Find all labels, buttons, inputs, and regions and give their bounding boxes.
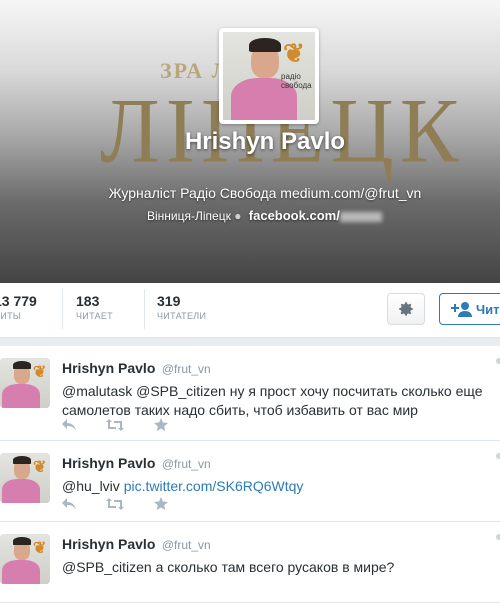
tweet-text: @SPB_citizen а сколько там всего русаков… [62,558,492,577]
retweet-icon [106,418,124,431]
tweet-dot [496,358,500,364]
tweet-author-handle[interactable]: @frut_vn [162,457,211,471]
radio-logo-icon: ❦ [33,540,47,557]
profile-link[interactable]: facebook.com/ [249,208,340,223]
avatar-logo-text: радіо свобода [281,72,312,90]
stat-followers[interactable]: 319 ЧИТАТЕЛИ [157,293,206,321]
radio-logo-icon: ❦ [33,459,47,476]
stat-following[interactable]: 183 ЧИТАЕТ [76,293,113,321]
gear-icon [399,302,413,316]
stat-divider [62,289,63,329]
follow-button[interactable]: Чит [439,293,500,325]
profile-avatar[interactable]: ❦ радіо свобода [219,28,319,124]
star-icon [154,497,168,510]
redacted-blur [339,211,382,222]
location-pin-icon: ● [234,209,242,223]
tweet-actions [62,418,168,431]
tweet-text: @malutask @SPB_citizen ну я прост хочу п… [62,382,492,420]
radio-logo-icon: ❦ [283,38,305,68]
tweet-item[interactable]: ❦ Hrishyn Pavlo @frut_vn @hu_lviv pic.tw… [0,441,500,522]
star-icon [154,418,168,431]
profile-stats-bar: 13 779 ВИТЫ 183 ЧИТАЕТ 319 ЧИТАТЕЛИ Чит [0,283,500,338]
tweet-author-name[interactable]: Hrishyn Pavlo [62,455,155,471]
stat-following-label: ЧИТАЕТ [76,311,113,321]
tweet-item[interactable]: ❦ Hrishyn Pavlo @frut_vn @malutask @SPB_… [0,346,500,441]
favorite-button[interactable] [154,497,168,510]
tweet-author-handle[interactable]: @frut_vn [162,362,211,376]
tweet-avatar[interactable]: ❦ [0,534,50,584]
tweet-author-handle[interactable]: @frut_vn [162,538,211,552]
settings-button[interactable] [387,293,425,325]
stat-followers-label: ЧИТАТЕЛИ [157,311,207,321]
tweet-avatar[interactable]: ❦ [0,358,50,408]
tweet-text-body: @SPB_citizen а сколько там всего русаков… [62,559,395,575]
tweet-header: Hrishyn Pavlo @frut_vn [62,536,211,554]
stat-tweets[interactable]: 13 779 ВИТЫ [0,293,37,321]
tweet-author-name[interactable]: Hrishyn Pavlo [62,360,155,376]
tweet-author-name[interactable]: Hrishyn Pavlo [62,536,155,552]
tweet-text: @hu_lviv pic.twitter.com/SK6RQ6Wtqy [62,477,492,496]
retweet-button[interactable] [106,418,124,431]
tweet-actions [62,497,168,510]
tweet-text-body: @malutask @SPB_citizen ну я прост хочу п… [62,383,483,418]
tweet-dot [496,534,500,540]
tweet-text-body: @hu_lviv [62,478,124,494]
tweet-item[interactable]: ❦ Hrishyn Pavlo @frut_vn @SPB_citizen а … [0,522,500,603]
stat-tweets-label: ВИТЫ [0,311,22,321]
radio-logo-icon: ❦ [33,364,47,381]
retweet-button[interactable] [106,497,124,510]
favorite-button[interactable] [154,418,168,431]
profile-meta: Вінниця-Ліпецк ● facebook.com/ [147,208,382,223]
stat-following-value: 183 [76,293,100,309]
stat-divider [144,289,145,329]
profile-bio: Журналіст Радіо Свобода medium.com/@frut… [108,185,422,201]
stat-tweets-value: 13 779 [0,293,37,309]
reply-icon [62,418,76,431]
reply-button[interactable] [62,497,76,510]
stat-followers-value: 319 [157,293,181,309]
reply-button[interactable] [62,418,76,431]
profile-name: Hrishyn Pavlo [184,128,346,155]
tweet-header: Hrishyn Pavlo @frut_vn [62,360,211,378]
reply-icon [62,497,76,510]
profile-header: ЗРА ЛЬНА ЛІПЕЦК ❦ радіо свобода Hrishyn … [0,0,500,283]
profile-location: Вінниця-Ліпецк [147,209,231,223]
retweet-icon [106,497,124,510]
tweet-pic-link[interactable]: pic.twitter.com/SK6RQ6Wtqy [124,478,304,494]
follow-button-label: Чит [476,301,500,317]
add-user-icon [451,302,472,317]
tweet-dot [496,453,500,459]
tweet-header: Hrishyn Pavlo @frut_vn [62,455,211,473]
tweet-avatar[interactable]: ❦ [0,453,50,503]
